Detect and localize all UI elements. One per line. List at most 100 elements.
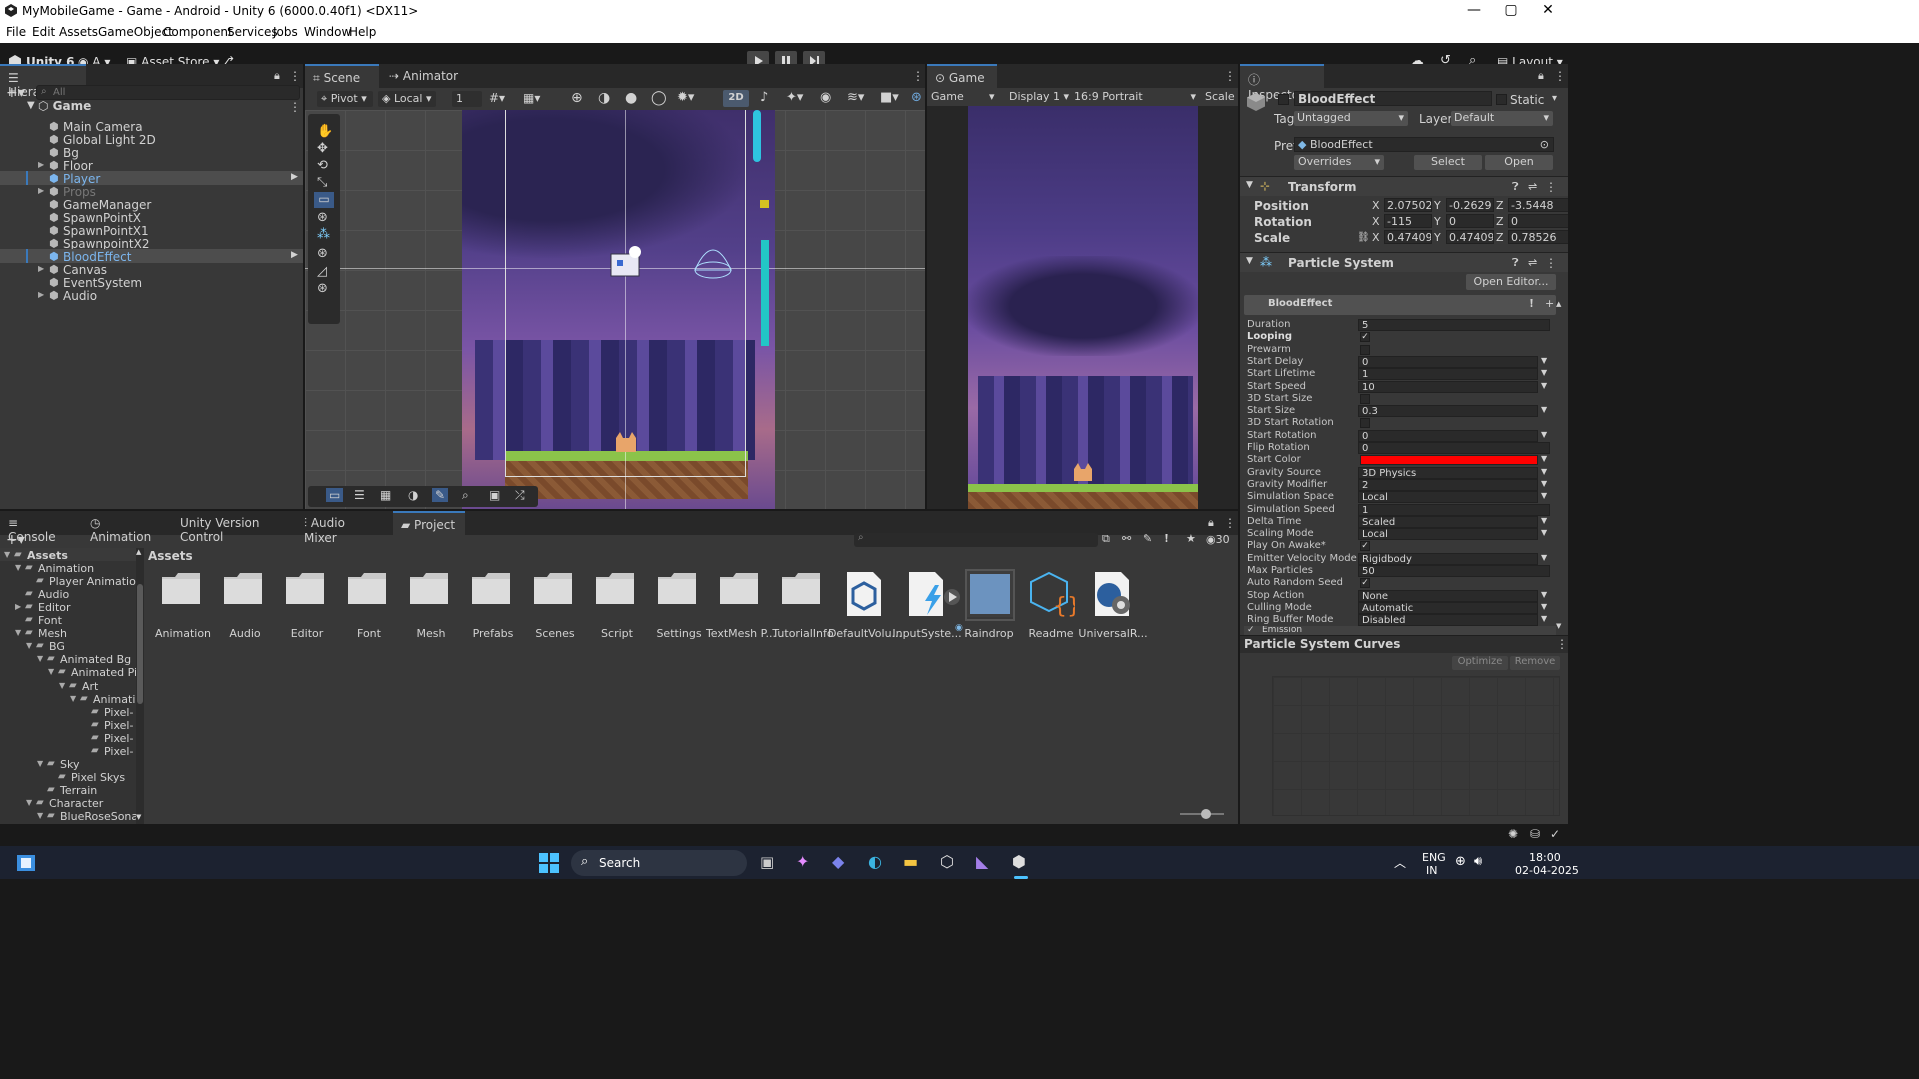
- dropdown-arrow-icon[interactable]: ▼: [1541, 491, 1547, 500]
- windows-start-icon[interactable]: [539, 853, 559, 873]
- unity-editor-icon[interactable]: ⬢: [1012, 852, 1026, 871]
- clock-time[interactable]: 18:00: [1529, 851, 1561, 864]
- static-dropdown-arrow[interactable]: ▾: [1552, 93, 1557, 104]
- custom-tool-icon[interactable]: ⊛: [317, 246, 328, 261]
- expand-arrow-icon[interactable]: ▼: [37, 654, 43, 663]
- game-view-dropdown[interactable]: Game ▾: [931, 90, 995, 103]
- transform-rotation-x-field[interactable]: -115: [1384, 214, 1432, 228]
- shuffle-icon[interactable]: ⤮: [515, 488, 525, 503]
- hierarchy-item[interactable]: SpawnPointX: [63, 211, 141, 225]
- prefab-field[interactable]: ◆ BloodEffect ⊙: [1294, 137, 1554, 152]
- ps-prop-field[interactable]: None: [1358, 589, 1538, 602]
- dropdown-arrow-icon[interactable]: ▼: [1541, 467, 1547, 476]
- expand-arrow-icon[interactable]: ▼: [26, 798, 32, 807]
- transform-position-y-field[interactable]: -0.2629: [1446, 198, 1494, 212]
- hierarchy-item[interactable]: GameManager: [63, 198, 151, 212]
- ps-prop-checkbox[interactable]: ✓: [1360, 332, 1370, 343]
- kebab-menu-icon[interactable]: ⋮: [1224, 516, 1236, 530]
- dropdown-arrow-icon[interactable]: ▼: [1541, 454, 1547, 463]
- particle-system-header[interactable]: ▼ ⁂ Particle System ❓︎ ⇌ ⋮: [1240, 252, 1568, 272]
- filter-status-icon[interactable]: ❗︎: [1165, 532, 1168, 546]
- scroll-down-icon[interactable]: ▼: [1556, 622, 1561, 630]
- ps-prop-checkbox[interactable]: ✓: [1360, 541, 1370, 552]
- effects-icon[interactable]: ✦▾: [786, 90, 803, 105]
- ps-prop-field[interactable]: Rigidbody: [1358, 552, 1538, 565]
- preset-icon[interactable]: ⇌: [1528, 256, 1537, 269]
- hierarchy-item[interactable]: BloodEffect: [63, 250, 131, 264]
- tab-animator[interactable]: ⇢ Animator: [381, 64, 471, 88]
- transform-tool-icon[interactable]: ⊛: [317, 210, 328, 225]
- scroll-up-icon[interactable]: ▲: [136, 548, 141, 556]
- ps-prop-field[interactable]: Local: [1358, 491, 1538, 504]
- scene-menu-icon[interactable]: ⋮: [912, 69, 924, 83]
- file-explorer-icon[interactable]: ▬: [903, 852, 918, 871]
- dropdown-arrow-icon[interactable]: ▼: [1541, 479, 1547, 488]
- tree-item[interactable]: Player Animation: [49, 575, 143, 588]
- dropdown-arrow-icon[interactable]: ▼: [1541, 528, 1547, 537]
- audio-toggle-icon[interactable]: ♪: [760, 90, 768, 105]
- tree-item[interactable]: Pixel-: [104, 719, 133, 732]
- scale-tool-icon[interactable]: ⤡: [317, 175, 327, 190]
- lock-icon[interactable]: 🔒︎: [274, 69, 280, 83]
- start-color-swatch[interactable]: [1360, 455, 1538, 466]
- network-icon[interactable]: ⊕: [1455, 854, 1466, 869]
- static-checkbox[interactable]: [1496, 94, 1507, 105]
- taskbar-search-box[interactable]: ⌕ Search: [571, 850, 747, 876]
- expand-arrow-icon[interactable]: ▼: [37, 811, 43, 820]
- custom-tool-icon[interactable]: ◿: [317, 264, 327, 279]
- display-dropdown[interactable]: Display 1 ▾: [1009, 90, 1069, 103]
- ps-prop-field[interactable]: 1: [1358, 503, 1550, 516]
- search-scope-icon[interactable]: ⧉: [1102, 532, 1110, 546]
- object-name-field[interactable]: BloodEffect: [1294, 91, 1492, 106]
- preset-icon[interactable]: ⇌: [1528, 180, 1537, 193]
- scene-root[interactable]: ⬡ Game: [38, 99, 91, 113]
- zoom-slider[interactable]: [1180, 809, 1224, 819]
- expand-arrow-icon[interactable]: ▶: [38, 264, 44, 273]
- help-icon[interactable]: ❓︎: [1512, 256, 1519, 270]
- layers-icon[interactable]: ≋▾: [847, 90, 864, 105]
- tree-item[interactable]: Animated Bg: [60, 653, 131, 666]
- hierarchy-item[interactable]: SpawnPointX1: [63, 224, 149, 238]
- help-icon[interactable]: ❓︎: [1512, 180, 1519, 194]
- expand-arrow-icon[interactable]: ▼: [48, 667, 54, 676]
- link-scale-icon[interactable]: ⛓: [1357, 232, 1370, 243]
- favorite-icon[interactable]: ★: [1186, 532, 1196, 545]
- expand-arrow-icon[interactable]: ▶: [38, 290, 44, 299]
- rect-tool-icon[interactable]: ▭: [314, 192, 334, 208]
- menu-help[interactable]: Help: [349, 25, 376, 39]
- hierarchy-item[interactable]: EventSystem: [63, 276, 142, 290]
- tree-item[interactable]: Character: [49, 797, 103, 810]
- tree-item[interactable]: Pixel-: [104, 745, 133, 758]
- expand-arrow-icon[interactable]: ▶: [38, 160, 44, 169]
- pivot-dropdown[interactable]: ⌖ Pivot ▾: [317, 91, 373, 107]
- grid-visibility-icon[interactable]: ▦▾: [523, 91, 540, 105]
- tree-item[interactable]: Assets: [27, 549, 68, 562]
- edge-icon[interactable]: ◐: [868, 852, 882, 871]
- scene-canvas[interactable]: [305, 110, 925, 509]
- grid-icon[interactable]: ▦: [380, 488, 391, 502]
- ps-prop-field[interactable]: Local: [1358, 528, 1538, 541]
- component-menu-icon[interactable]: ⋮: [1545, 256, 1557, 270]
- visibility-icon[interactable]: ◉: [820, 90, 831, 105]
- sliders-icon[interactable]: ☰: [354, 488, 365, 502]
- menu-gameobject[interactable]: GameObject: [98, 25, 173, 39]
- expand-arrow-icon[interactable]: ▼: [4, 550, 10, 559]
- copilot-icon[interactable]: ✦: [796, 852, 809, 871]
- unity-hub-icon[interactable]: ⬡: [940, 852, 954, 871]
- dropdown-arrow-icon[interactable]: ▼: [1541, 356, 1547, 365]
- move-tool-icon[interactable]: ✥: [317, 141, 328, 156]
- transform-rotation-y-field[interactable]: 0: [1446, 214, 1494, 228]
- layer-dropdown[interactable]: Default ▾: [1451, 111, 1553, 126]
- ps-prop-checkbox[interactable]: ✓: [1360, 578, 1370, 589]
- teams-icon[interactable]: ◆: [832, 852, 844, 871]
- tree-item[interactable]: Terrain: [60, 784, 97, 797]
- tree-item[interactable]: Pixel-: [104, 706, 133, 719]
- ps-prop-field[interactable]: Scaled: [1358, 515, 1538, 528]
- transform-scale-y-field[interactable]: 0.47409: [1446, 230, 1494, 244]
- tree-item[interactable]: BG: [49, 640, 65, 653]
- ps-prop-field[interactable]: 50: [1358, 565, 1550, 577]
- hierarchy-item[interactable]: Main Camera: [63, 120, 143, 134]
- emission-checkbox[interactable]: ✓: [1247, 626, 1255, 635]
- tab-inspector[interactable]: ⓘ Inspector: [1240, 64, 1324, 102]
- project-search-input[interactable]: ⌕: [854, 532, 1098, 547]
